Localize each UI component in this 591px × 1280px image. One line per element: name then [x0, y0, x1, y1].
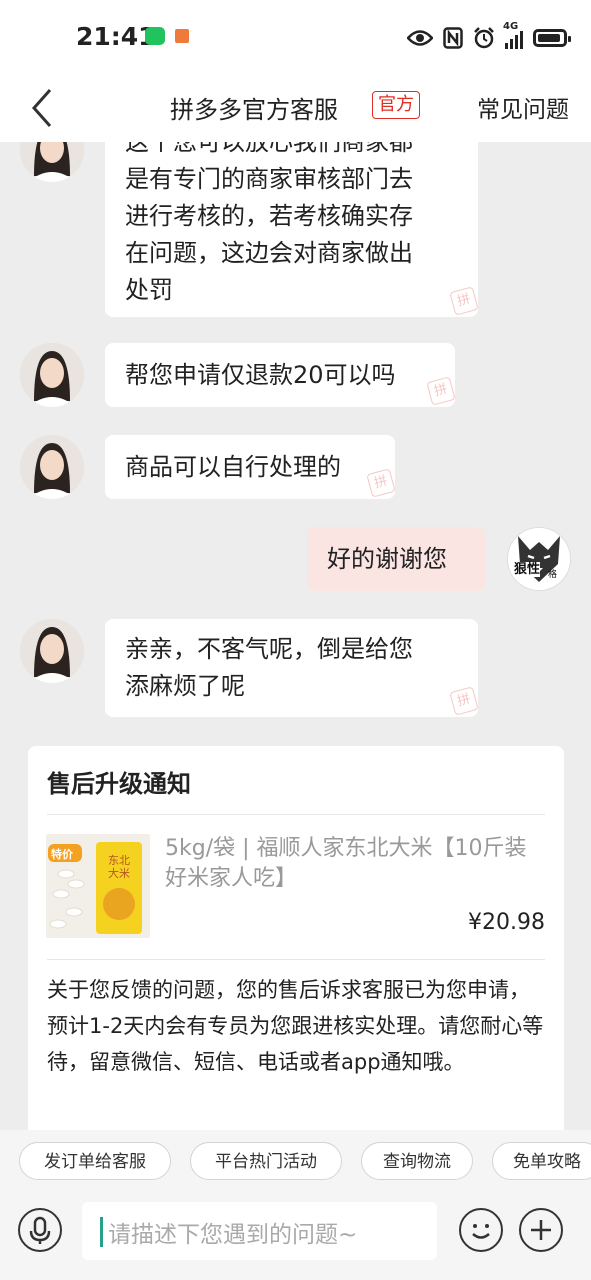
signal-icon: 4G: [503, 21, 523, 49]
network-type: 4G: [503, 21, 519, 32]
agent-avatar[interactable]: [20, 142, 84, 182]
card-body-text: 关于您反馈的问题，您的售后诉求客服已为您申请，预计1-2天内会有专员为您跟进核实…: [47, 978, 544, 1074]
message-line: 处罚: [125, 276, 173, 304]
status-icons: 4G: [407, 21, 571, 54]
watermark-stamp: 拼: [426, 376, 456, 406]
user-avatar[interactable]: 狠性 格: [507, 527, 571, 591]
plus-icon: [531, 1220, 551, 1240]
product-badge: 特价: [51, 848, 73, 861]
divider: [47, 814, 545, 815]
watermark-stamp: 拼: [366, 468, 396, 498]
status-bar: 21:41 4G: [0, 0, 591, 76]
message-line: 是有专门的商家审核部门去: [125, 165, 413, 193]
back-arrow-icon[interactable]: [26, 86, 66, 130]
text-cursor: [100, 1217, 103, 1247]
message-line: 这个您可以放心我们商家都: [125, 142, 413, 156]
agent-message: 帮您申请仅退款20可以吗 拼: [105, 343, 456, 407]
message-line: 亲亲，不客气呢，倒是给您: [125, 635, 413, 663]
book-icon: [175, 29, 189, 43]
message-line: 商品可以自行处理的: [125, 453, 341, 481]
page-title: 拼多多官方客服: [170, 96, 338, 124]
microphone-icon: [29, 1216, 51, 1244]
message-line: 好的谢谢您: [327, 545, 447, 573]
emoji-icon: [472, 1224, 490, 1239]
message-line: 在问题，这边会对商家做出: [125, 239, 413, 267]
faq-link[interactable]: 常见问题: [477, 90, 569, 124]
message-line: 进行考核的，若考核确实存: [125, 202, 413, 230]
quick-action-free-guide[interactable]: 免单攻略: [492, 1142, 591, 1180]
agent-message: 这个您可以放心我们商家都 是有专门的商家审核部门去 进行考核的，若考核确实存 在…: [105, 142, 479, 317]
quick-action-hot-events[interactable]: 平台热门活动: [190, 1142, 342, 1180]
wechat-icon: [145, 27, 165, 45]
user-avatar-text: 格: [548, 570, 558, 580]
chat-area[interactable]: 这个您可以放心我们商家都 是有专门的商家审核部门去 进行考核的，若考核确实存 在…: [0, 142, 591, 1130]
more-button[interactable]: [519, 1208, 563, 1252]
message-input[interactable]: 请描述下您遇到的问题~: [82, 1202, 437, 1260]
message-line: 添麻烦了呢: [125, 672, 245, 700]
quick-action-send-order[interactable]: 发订单给客服: [19, 1142, 171, 1180]
divider: [47, 959, 545, 960]
header-bar: 拼多多官方客服 官方 常见问题: [0, 76, 591, 142]
watermark-stamp: 拼: [449, 686, 479, 716]
status-time: 21:41: [76, 22, 156, 51]
microphone-button[interactable]: [18, 1208, 62, 1252]
card-title: 售后升级通知: [47, 770, 191, 798]
user-message: 好的谢谢您: [307, 527, 485, 591]
product-pack-text: 东北大米: [108, 854, 130, 880]
eye-icon: [407, 30, 433, 46]
alarm-icon: [474, 27, 494, 49]
agent-message: 亲亲，不客气呢，倒是给您 添麻烦了呢 拼: [105, 619, 479, 717]
input-placeholder: 请描述下您遇到的问题~: [108, 1222, 358, 1248]
product-name[interactable]: 5kg/袋 | 福顺人家东北大米【10斤装好米家人吃】: [165, 834, 545, 894]
watermark-stamp: 拼: [449, 286, 479, 316]
nfc-icon: [443, 27, 463, 49]
battery-icon: [533, 29, 571, 47]
message-line: 帮您申请仅退款20可以吗: [125, 361, 396, 389]
official-badge: 官方: [372, 91, 420, 119]
product-image[interactable]: 特价 东北大米: [46, 834, 150, 938]
after-sale-card[interactable]: 售后升级通知 特价 东北大米 5kg/袋 | 福顺人家东北大米【10斤装好米家人…: [28, 746, 564, 1130]
quick-action-track-shipping[interactable]: 查询物流: [361, 1142, 473, 1180]
user-avatar-text: 狠性: [514, 562, 541, 577]
agent-avatar[interactable]: [20, 619, 84, 683]
agent-message: 商品可以自行处理的 拼: [105, 435, 396, 499]
agent-avatar[interactable]: [20, 435, 84, 499]
agent-avatar[interactable]: [20, 343, 84, 407]
product-price: ¥20.98: [468, 910, 545, 935]
bottom-panel: 发订单给客服 平台热门活动 查询物流 免单攻略 请描述下您遇到的问题~: [0, 1130, 591, 1280]
emoji-button[interactable]: [459, 1208, 503, 1252]
